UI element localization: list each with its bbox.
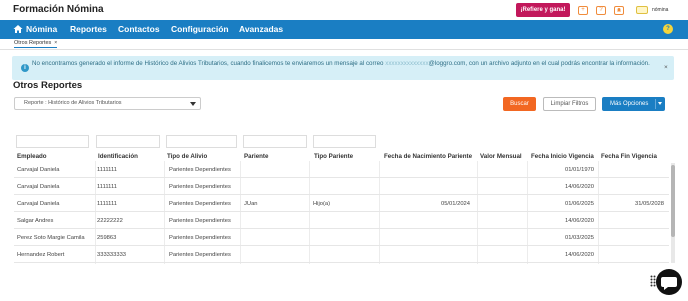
scrollbar-thumb[interactable] — [671, 165, 675, 237]
filter-input-empleado[interactable] — [16, 135, 89, 148]
cell-empleado: Carvajal Daniela — [17, 201, 60, 207]
cell-tipo-alivio: Parientes Dependientes — [169, 184, 231, 190]
main-nav: Nómina Reportes Contactos Configuración … — [0, 20, 688, 39]
tab-strip: Otros Reportes × — [0, 39, 688, 50]
table-scrollbar[interactable] — [671, 163, 675, 263]
cell-identificacion: 259863 — [97, 235, 117, 241]
tab-otros-reportes[interactable]: Otros Reportes × — [14, 40, 58, 48]
col-header-valor-mensual[interactable]: Valor Mensual — [480, 153, 522, 160]
alert-close-icon[interactable]: × — [664, 64, 668, 71]
nav-help-icon[interactable]: ? — [663, 24, 673, 34]
cell-tipo-alivio: Parientes Dependientes — [169, 252, 231, 258]
help-icon[interactable]: ? — [596, 6, 606, 15]
tab-label: Otros Reportes — [14, 40, 52, 46]
nav-item-configuracion[interactable]: Configuración — [171, 24, 229, 34]
user-name[interactable]: nómina — [652, 7, 668, 13]
nav-item-reportes[interactable]: Reportes — [70, 24, 107, 34]
col-header-tipo-pariente[interactable]: Tipo Pariente — [314, 153, 353, 160]
bell-icon[interactable] — [614, 6, 624, 15]
nav-item-avanzadas[interactable]: Avanzadas — [239, 24, 283, 34]
alert-masked-email: xxxxxxxxxxxxxx — [385, 60, 429, 67]
table-row[interactable]: Carvajal Daniela 1111111 Parientes Depen… — [14, 195, 669, 212]
cell-tipo-alivio: Parientes Dependientes — [169, 218, 231, 224]
button-separator — [655, 99, 656, 109]
cell-identificacion: 1111111 — [97, 184, 117, 190]
table-row[interactable]: Hernandez Robert 333333333 Parientes Dep… — [14, 246, 669, 263]
cell-fecha-inicio: 01/03/2025 — [564, 235, 594, 241]
page-title: Otros Reportes — [13, 80, 83, 91]
user-icon[interactable] — [636, 6, 648, 14]
filter-input-pariente[interactable] — [243, 135, 307, 148]
report-select[interactable]: Reporte : Histórico de Alivios Tributari… — [14, 97, 201, 110]
table-row[interactable]: Carvajal Daniela 1111111 Parientes Depen… — [14, 178, 669, 195]
cell-identificacion: 1111111 — [97, 201, 117, 207]
cell-tipo-alivio: Parientes Dependientes — [169, 201, 231, 207]
cell-fecha-inicio: 14/06/2020 — [564, 252, 594, 258]
cell-empleado: Carvajal Daniela — [17, 184, 60, 190]
col-header-pariente[interactable]: Pariente — [244, 153, 268, 160]
cell-empleado: Hernandez Robert — [17, 252, 65, 258]
info-icon: i — [21, 64, 29, 72]
cell-tipo-pariente: Hijo(a) — [313, 201, 331, 207]
cell-fecha-inicio: 01/01/1970 — [564, 167, 594, 173]
chat-bubble-icon[interactable] — [656, 269, 682, 295]
col-header-identificacion[interactable]: Identificación — [98, 153, 138, 160]
tab-close-icon[interactable]: × — [54, 40, 57, 46]
cell-fecha-inicio: 01/06/2025 — [564, 201, 594, 207]
col-header-fecha-inicio[interactable]: Fecha Inicio Vigencia — [531, 153, 594, 160]
cell-tipo-alivio: Parientes Dependientes — [169, 167, 231, 173]
table-row[interactable]: Carvajal Daniela 1111111 Parientes Depen… — [14, 161, 669, 178]
cell-fecha-nacimiento: 05/01/2024 — [440, 201, 470, 207]
info-alert: i No encontramos generado el informe de … — [12, 56, 674, 80]
nav-item-contactos[interactable]: Contactos — [118, 24, 160, 34]
refer-button[interactable]: ¡Refiere y gana! — [516, 3, 570, 17]
filter-input-identificacion[interactable] — [96, 135, 160, 148]
alert-message: No encontramos generado el informe de Hi… — [32, 59, 662, 68]
search-button[interactable]: Buscar — [503, 97, 536, 111]
home-icon[interactable] — [13, 24, 23, 34]
cell-identificacion: 333333333 — [97, 252, 127, 258]
more-options-button[interactable]: Más Opciones — [602, 97, 665, 111]
table-row[interactable]: Salgar Andres 22222222 Parientes Dependi… — [14, 212, 669, 229]
chevron-down-icon[interactable] — [658, 102, 662, 105]
filter-input-tipo-alivio[interactable] — [166, 135, 237, 148]
report-select-value: Reporte : Histórico de Alivios Tributari… — [24, 100, 122, 106]
col-header-fecha-fin[interactable]: Fecha Fin Vigencia — [601, 153, 657, 160]
cell-identificacion: 22222222 — [97, 218, 123, 224]
top-bar: Formación Nómina ¡Refiere y gana! + ? nó… — [0, 0, 688, 20]
cell-empleado: Salgar Andres — [17, 218, 54, 224]
plus-icon[interactable]: + — [578, 6, 588, 15]
cell-tipo-alivio: Parientes Dependientes — [169, 235, 231, 241]
cell-identificacion: 1111111 — [97, 167, 117, 173]
nav-item-nomina[interactable]: Nómina — [26, 24, 57, 34]
col-header-fecha-nacimiento[interactable]: Fecha de Nacimiento Pariente — [384, 153, 472, 160]
cell-pariente: JUan — [244, 201, 258, 207]
cell-empleado: Carvajal Daniela — [17, 167, 60, 173]
col-header-tipo-alivio[interactable]: Tipo de Alivio — [167, 153, 207, 160]
alert-text-after: @loggro.com, con un archivo adjunto en e… — [428, 60, 650, 67]
cell-empleado: Perez Soto Margie Camila — [17, 235, 85, 241]
cell-fecha-inicio: 14/06/2020 — [564, 184, 594, 190]
table-row[interactable]: Perez Soto Margie Camila 259863 Pariente… — [14, 229, 669, 246]
filter-input-tipo-pariente[interactable] — [313, 135, 376, 148]
more-options-label: Más Opciones — [610, 101, 649, 107]
app-brand: Formación Nómina — [13, 4, 104, 15]
alert-text-before: No encontramos generado el informe de Hi… — [32, 60, 384, 67]
cell-fecha-inicio: 14/06/2020 — [564, 218, 594, 224]
clear-filters-button[interactable]: Limpiar Filtros — [543, 97, 596, 111]
col-header-empleado[interactable]: Empleado — [17, 153, 47, 160]
cell-fecha-fin: 31/05/2028 — [634, 201, 664, 207]
chevron-down-icon — [190, 102, 196, 106]
